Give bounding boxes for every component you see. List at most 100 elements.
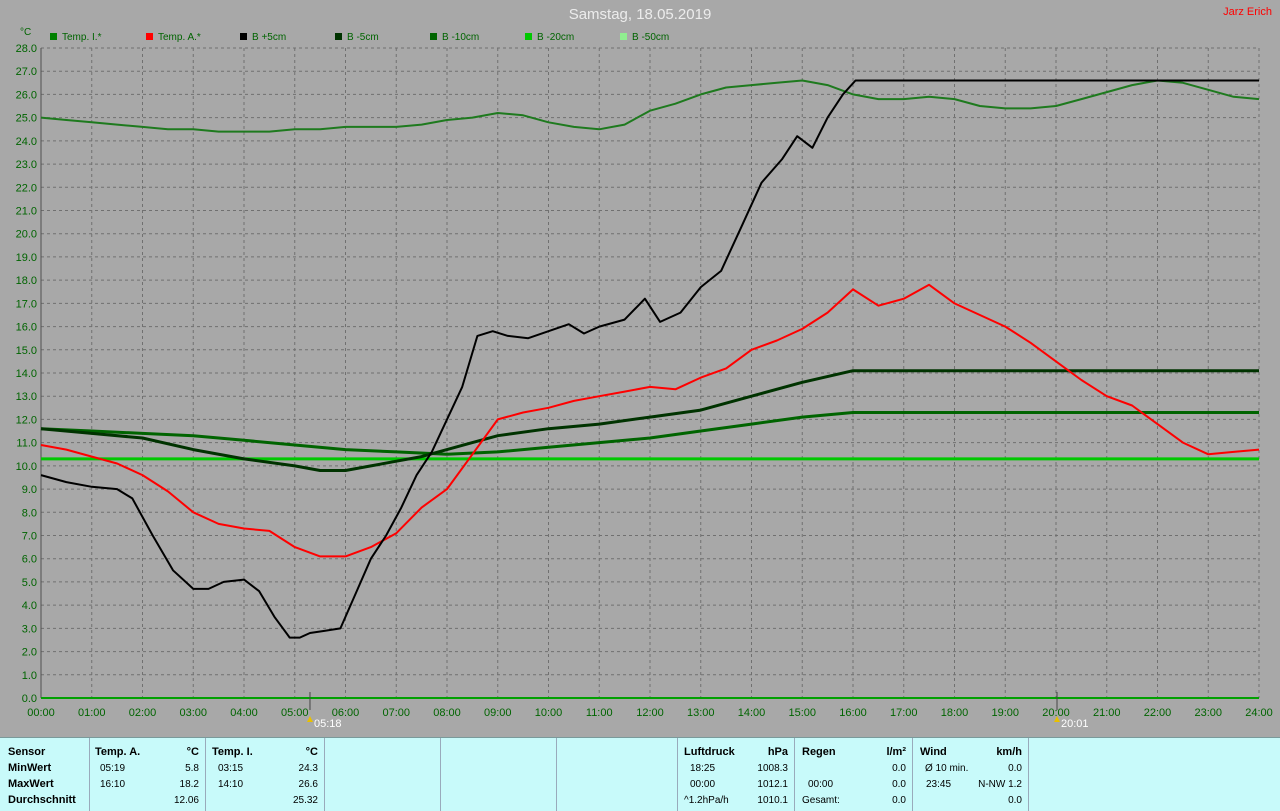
y-tick-label: 28.0 [16,43,37,55]
rain-total-label: Gesamt: [802,795,840,806]
y-tick-label: 4.0 [22,600,37,612]
temp-i-unit: °C [305,746,318,758]
x-tick-label: 21:00 [1093,707,1121,719]
rain-unit: l/m² [886,746,906,758]
pressure-r1-time: 18:25 [690,763,716,774]
temp-i-column: Temp. I. °C 03:15 24.3 14:10 26.6 25.32 [206,738,325,811]
rain-header: Regen [802,746,836,758]
temp-a-unit: °C [186,746,199,758]
x-tick-label: 22:00 [1144,707,1172,719]
pressure-r3-val: 1010.1 [757,795,788,806]
y-tick-label: 10.0 [16,461,37,473]
row-label-avg: Durchschnitt [8,794,76,806]
y-tick-label: 1.0 [22,670,37,682]
summary-panel: Sensor MinWert MaxWert Durchschnitt Temp… [0,737,1280,811]
pressure-trend: ^1.2hPa/h [684,795,729,806]
y-tick-label: 6.0 [22,554,37,566]
y-tick-label: 3.0 [22,623,37,635]
empty-column-3 [557,738,678,811]
x-tick-label: 11:00 [586,707,613,719]
wind-unit: km/h [996,746,1022,758]
wind-avg-label: Ø 10 min. [925,763,969,774]
x-tick-label: 10:00 [535,707,563,719]
y-tick-label: 21.0 [16,206,37,218]
wind-r2-time: 23:45 [926,779,952,790]
x-tick-label: 12:00 [636,707,664,719]
rain-r2-time: 00:00 [808,779,834,790]
y-tick-label: 26.0 [16,89,37,101]
y-tick-label: 8.0 [22,507,37,519]
rain-r1-val: 0.0 [892,763,906,774]
x-tick-label: 15:00 [788,707,816,719]
x-tick-label: 09:00 [484,707,512,719]
y-tick-label: 11.0 [16,438,37,450]
pressure-column: Luftdruck hPa 18:25 1008.3 00:00 1012.1 … [678,738,795,811]
wind-header: Wind [920,746,947,758]
y-tick-label: 20.0 [16,229,37,241]
row-label-max: MaxWert [8,778,54,790]
temp-a-column: Temp. A. °C 05:19 5.8 16:10 18.2 12.06 [90,738,206,811]
y-tick-label: 24.0 [16,136,37,148]
y-tick-label: 18.0 [16,275,37,287]
pressure-r2-val: 1012.1 [757,779,788,790]
sensor-column: Sensor MinWert MaxWert Durchschnitt [0,738,90,811]
y-tick-label: 16.0 [16,322,37,334]
empty-column-4 [1029,738,1279,811]
y-tick-label: 9.0 [22,484,37,496]
temp-a-max: 18.2 [179,779,199,790]
temp-i-avg: 25.32 [292,795,318,806]
sensor-header: Sensor [8,746,46,758]
temp-a-header: Temp. A. [95,746,141,758]
y-tick-label: 23.0 [16,159,37,171]
temp-i-max-time: 14:10 [218,779,244,790]
y-tick-label: 7.0 [22,531,37,543]
y-tick-label: 25.0 [16,113,37,125]
temp-a-avg: 12.06 [173,795,199,806]
y-tick-label: 12.0 [16,414,37,426]
y-tick-label: 19.0 [16,252,37,264]
chart-plot: 0.0 1.0 2.0 3.0 4.0 5.0 6.0 7.0 8.0 9.0 10.0 11.0 12… [16,43,1273,730]
x-tick-label: 19:00 [991,707,1019,719]
x-tick-label: 01:00 [78,707,106,719]
y-tick-label: 0.0 [22,693,37,705]
x-tick-label: 05:00 [281,707,309,719]
x-tick-label: 16:00 [839,707,867,719]
x-tick-label: 00:00 [27,707,55,719]
pressure-header: Luftdruck [684,746,735,758]
rain-column: Regen l/m² 0.0 00:00 0.0 Gesamt: 0.0 [795,738,913,811]
y-tick-label: 22.0 [16,182,37,194]
wind-r2-val: N-NW 1.2 [978,779,1022,790]
wind-column: Wind km/h Ø 10 min. 0.0 23:45 N-NW 1.2 0… [913,738,1029,811]
y-tick-label: 2.0 [22,647,37,659]
pressure-unit: hPa [767,746,788,758]
time-marker-label: 20:01 [1061,718,1089,730]
x-tick-label: 24:00 [1245,707,1273,719]
rain-r2-val: 0.0 [892,779,906,790]
x-tick-label: 18:00 [941,707,969,719]
y-tick-label: 13.0 [16,391,37,403]
empty-column-2 [441,738,557,811]
pressure-r1-val: 1008.3 [757,763,788,774]
y-tick-label: 5.0 [22,577,37,589]
y-tick-label: 17.0 [16,298,37,310]
time-marker-label: 05:18 [314,718,342,730]
x-tick-label: 13:00 [687,707,715,719]
temp-a-min: 5.8 [185,763,199,774]
temp-a-max-time: 16:10 [100,779,126,790]
y-tick-label: 14.0 [16,368,37,380]
x-tick-label: 07:00 [382,707,410,719]
x-tick-label: 23:00 [1194,707,1222,719]
temp-i-header: Temp. I. [212,746,253,758]
x-tick-label: 02:00 [129,707,157,719]
empty-column-1 [325,738,441,811]
row-label-min: MinWert [8,762,52,774]
temp-a-min-time: 05:19 [100,763,126,774]
y-tick-label: 27.0 [16,66,37,78]
x-tick-label: 17:00 [890,707,918,719]
pressure-r2-time: 00:00 [690,779,716,790]
temp-i-min-time: 03:15 [218,763,244,774]
x-tick-label: 08:00 [433,707,461,719]
wind-r3-val: 0.0 [1008,795,1022,806]
temp-i-min: 24.3 [298,763,318,774]
y-tick-label: 15.0 [16,345,37,357]
